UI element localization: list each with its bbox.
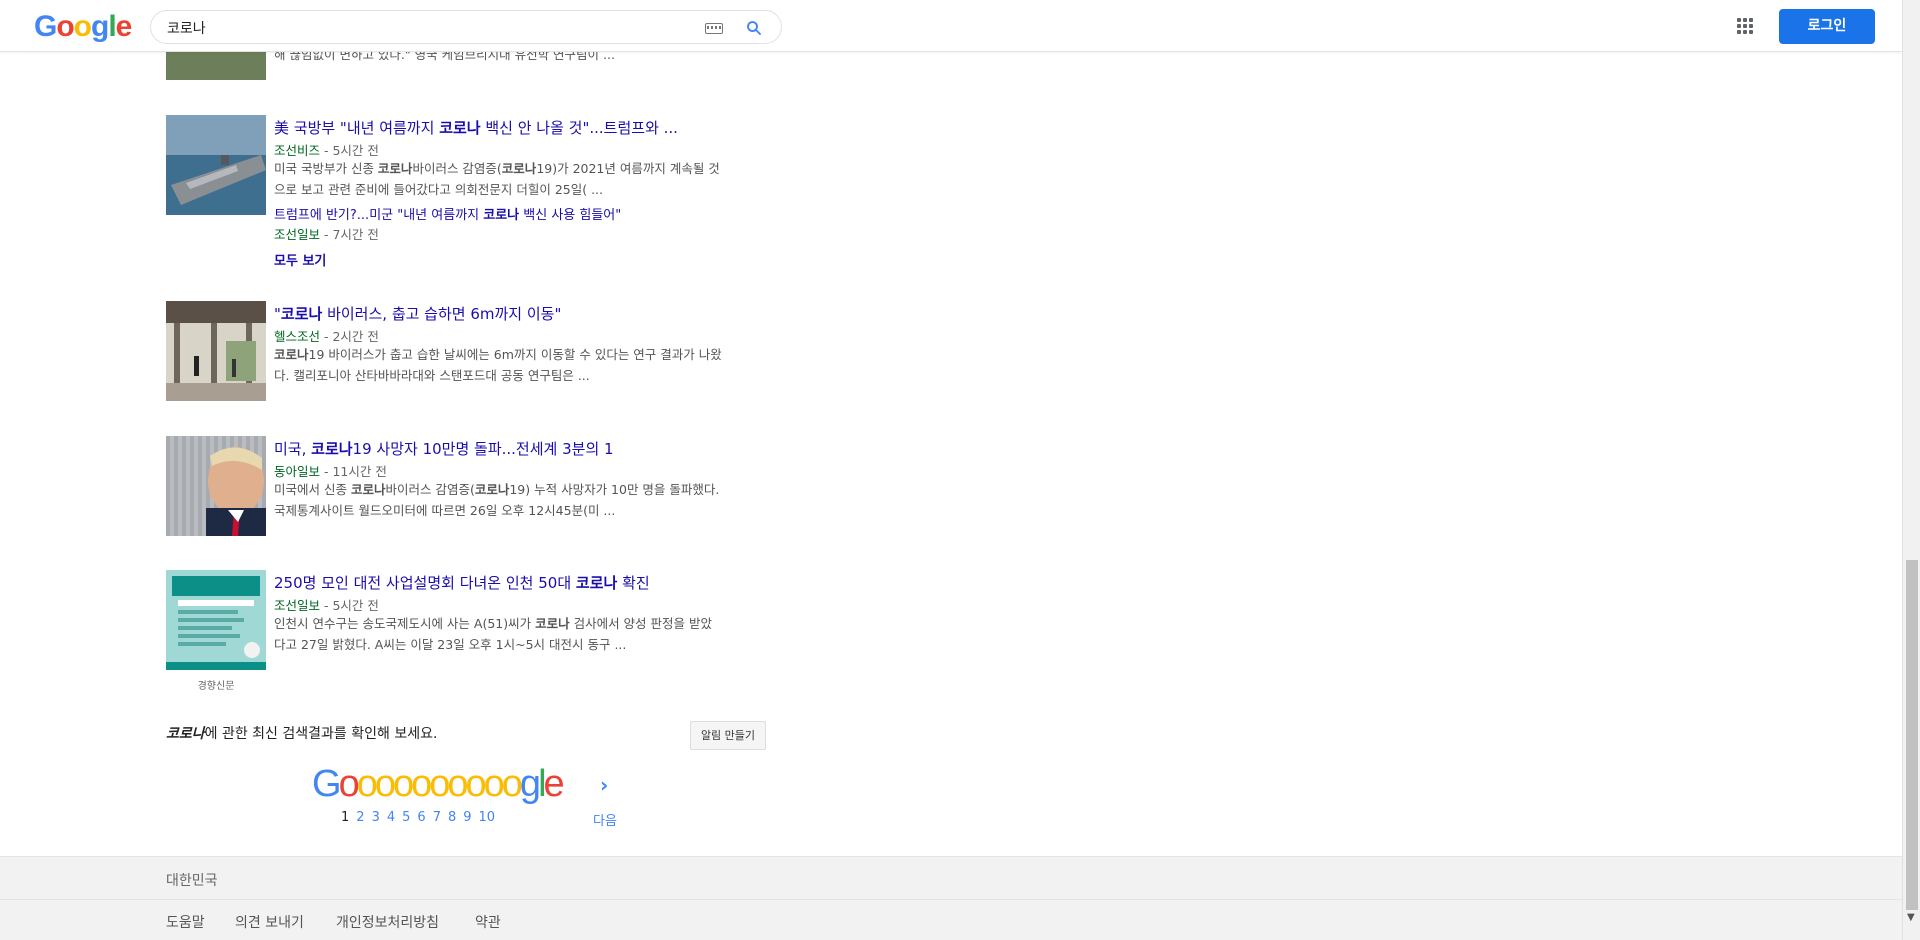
page-4[interactable]: 4 — [387, 810, 395, 825]
scrollbar-thumb[interactable] — [1906, 560, 1918, 910]
page-8[interactable]: 8 — [448, 810, 456, 825]
page-1: 1 — [341, 810, 350, 825]
result-thumbnail[interactable] — [166, 301, 266, 401]
search-input[interactable] — [167, 17, 687, 39]
create-alert-button[interactable]: 알림 만들기 — [690, 721, 766, 750]
result-title[interactable]: 250명 모인 대전 사업설명회 다녀온 인천 50대 코로나 확진 — [274, 572, 650, 593]
result-source[interactable]: 헬스조선 — [274, 329, 320, 344]
page-10[interactable]: 10 — [479, 810, 496, 825]
scroll-down-arrow-icon[interactable]: ▼ — [1907, 912, 1917, 923]
related-story-source[interactable]: 조선일보 — [274, 227, 320, 242]
keyboard-icon[interactable] — [705, 23, 723, 34]
view-all-link[interactable]: 모두 보기 — [274, 250, 326, 269]
result-thumbnail[interactable] — [166, 570, 266, 670]
result-snippet: 미국 국방부가 신종 코로나바이러스 감염증(코로나19)가 2021년 여름까… — [274, 161, 720, 197]
related-story-title[interactable]: 트럼프에 반기?...미군 "내년 여름까지 코로나 백신 사용 힘들어" — [274, 204, 621, 223]
google-logo[interactable]: Google — [34, 10, 132, 44]
result-source[interactable]: 동아일보 — [274, 464, 320, 479]
alert-prompt: 코로나에 관한 최신 검색결과를 확인해 보세요. — [166, 726, 438, 742]
footer-links: 도움말 의견 보내기 개인정보처리방침 약관 — [0, 900, 1902, 940]
result-title[interactable]: 미국, 코로나19 사망자 10만명 돌파...전세계 3분의 1 — [274, 438, 614, 459]
result-snippet: 코로나19 바이러스가 춥고 습한 날씨에는 6m까지 이동할 수 있다는 연구… — [274, 347, 722, 383]
search-box — [150, 10, 782, 44]
footer-link-terms[interactable]: 약관 — [475, 912, 501, 932]
result-title[interactable]: "코로나 바이러스, 춥고 습하면 6m까지 이동" — [274, 303, 561, 324]
pagination-logo: Goooooooooogle — [312, 763, 565, 805]
result-snippet: 인천시 연수구는 송도국제도시에 사는 A(51)씨가 코로나 검사에서 양성 … — [274, 616, 712, 652]
related-story-meta: 조선일보 - 7시간 전 — [274, 227, 379, 242]
page-7[interactable]: 7 — [433, 810, 441, 825]
result-thumbnail[interactable] — [166, 115, 266, 215]
top-bar: Google 로그인 — [0, 0, 1902, 52]
pagination-numbers: 1 2 3 4 5 6 7 8 9 10 — [341, 810, 502, 825]
result-thumbnail[interactable] — [166, 436, 266, 536]
result-meta: 동아일보 - 11시간 전 — [274, 464, 387, 479]
page-9[interactable]: 9 — [463, 810, 471, 825]
search-icon[interactable] — [745, 19, 763, 37]
chevron-right-icon[interactable]: › — [600, 773, 608, 797]
result-source[interactable]: 조선일보 — [274, 598, 320, 613]
vertical-scrollbar[interactable]: ▼ — [1902, 0, 1920, 940]
footer-link-privacy[interactable]: 개인정보처리방침 — [336, 912, 439, 932]
region-label: 대한민국 — [166, 873, 218, 889]
apps-grid-icon[interactable] — [1737, 18, 1753, 34]
result-title[interactable]: 美 국방부 "내년 여름까지 코로나 백신 안 나올 것"...트럼프와 ... — [274, 117, 678, 138]
result-meta: 조선비즈 - 5시간 전 — [274, 143, 379, 158]
login-button[interactable]: 로그인 — [1779, 9, 1875, 44]
page-6[interactable]: 6 — [417, 810, 425, 825]
next-page-link[interactable]: 다음 — [593, 810, 617, 829]
footer-link-feedback[interactable]: 의견 보내기 — [235, 912, 304, 932]
page-2[interactable]: 2 — [356, 810, 364, 825]
result-meta: 조선일보 - 5시간 전 — [274, 598, 379, 613]
image-caption: 경향신문 — [197, 681, 235, 692]
page-5[interactable]: 5 — [402, 810, 410, 825]
footer-region: 대한민국 — [0, 856, 1902, 900]
result-source[interactable]: 조선비즈 — [274, 143, 320, 158]
result-meta: 헬스조선 - 2시간 전 — [274, 329, 379, 344]
page-3[interactable]: 3 — [372, 810, 380, 825]
footer-link-help[interactable]: 도움말 — [166, 912, 205, 932]
search-results-page: 해 끊임없이 변하고 있다." 영국 케임브리지대 유전학 연구팀이 ... 美… — [0, 0, 1902, 940]
result-snippet: 미국에서 신종 코로나바이러스 감염증(코로나19) 누적 사망자가 10만 명… — [274, 482, 720, 518]
